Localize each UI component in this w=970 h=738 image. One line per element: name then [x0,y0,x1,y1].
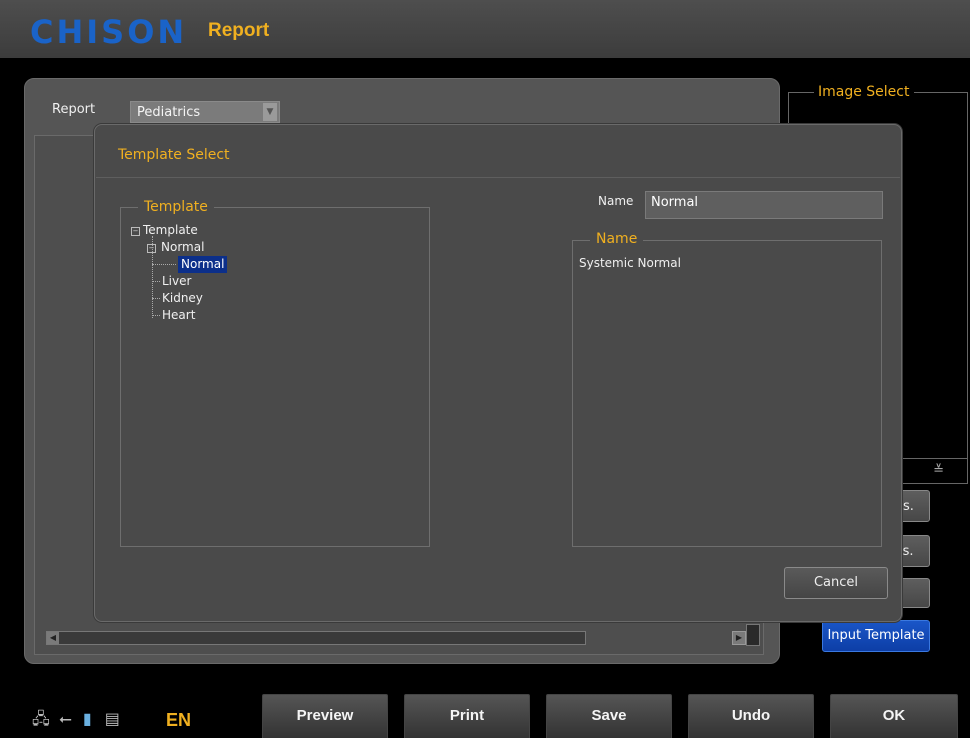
image-select-title: Image Select [814,84,914,100]
scrollbar-corner [746,624,760,646]
cancel-button[interactable]: Cancel [784,567,888,599]
template-legend: Template [138,199,214,215]
horizontal-scrollbar[interactable]: ◀ [46,631,586,645]
tree-node-normal-selected[interactable]: Normal [178,256,228,273]
template-description: Systemic Normal [579,256,681,270]
collapse-icon[interactable]: − [131,227,140,236]
status-icons: 🖧 ⭠ ▮ ▤ [32,708,120,735]
tree-node-liver[interactable]: Liver [162,273,191,290]
name-input[interactable]: Normal [645,191,883,219]
template-tree-group [120,207,430,547]
save-button[interactable]: Save [546,694,672,738]
name-description-group [572,240,882,547]
scroll-right-icon[interactable]: ▶ [732,631,746,645]
storage-icon: ▮ [82,709,92,728]
report-type-value: Pediatrics [137,105,201,120]
report-type-select[interactable]: Pediatrics ▼ [130,101,280,123]
print-button[interactable]: Print [404,694,530,738]
usb-icon: ⭠ [58,709,72,728]
chevron-double-down-icon[interactable]: ≚ [933,463,944,478]
chison-logo: CHISON [30,13,188,51]
chevron-down-icon[interactable]: ▼ [263,103,277,121]
scroll-left-icon[interactable]: ◀ [47,632,59,644]
language-indicator[interactable]: EN [166,710,191,731]
name-legend: Name [590,231,644,247]
page-title: Report [208,20,270,41]
network-icon: 🖧 [32,709,50,728]
printer-icon: ▤ [104,709,120,728]
name-label: Name [598,194,634,208]
image-nav: ≚ [900,458,968,484]
tree-node-kidney[interactable]: Kidney [162,290,203,307]
input-template-button[interactable]: Input Template [822,620,930,652]
tree-node-heart[interactable]: Heart [162,307,195,324]
undo-button[interactable]: Undo [688,694,814,738]
report-label: Report [52,102,96,117]
tree-node-normal-group[interactable]: Normal [161,239,204,256]
preview-button[interactable]: Preview [262,694,388,738]
ok-button[interactable]: OK [830,694,958,738]
dialog-title: Template Select [118,147,230,163]
dialog-divider [96,177,900,178]
